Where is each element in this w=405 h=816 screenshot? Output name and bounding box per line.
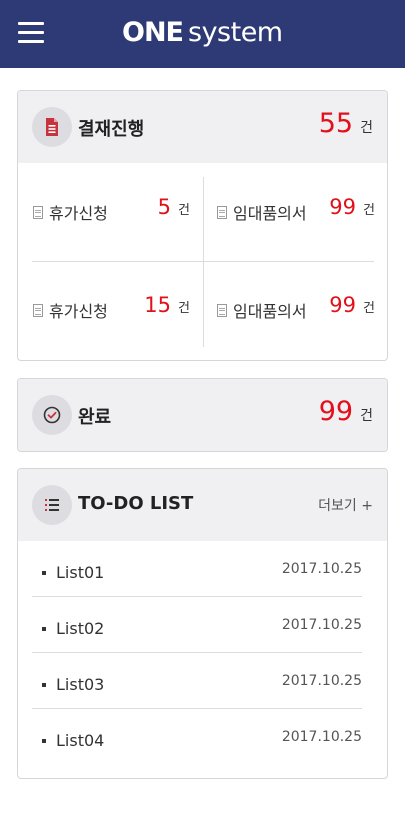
todo-list-item[interactable]: List01 2017.10.25 <box>32 541 362 597</box>
approval-item-count-unit: 건 <box>178 203 190 218</box>
approval-item-label: 휴가신청 <box>49 302 108 321</box>
bullet-icon <box>42 683 46 687</box>
todo-header: TO-DO LIST 더보기 + <box>18 469 387 541</box>
todo-list: List01 2017.10.25 List02 2017.10.25 List… <box>18 541 387 765</box>
approval-header[interactable]: 결재진행 55 건 <box>18 91 387 163</box>
bullet-icon <box>42 739 46 743</box>
app-logo: ONE system <box>122 14 283 52</box>
approval-item-label: 임대품의서 <box>233 302 307 321</box>
done-title: 완료 <box>78 407 112 428</box>
list-icon <box>32 485 72 525</box>
done-card[interactable]: 완료 99 건 <box>17 378 388 452</box>
approval-item-count-unit: 건 <box>178 301 190 316</box>
approval-item-count: 5건 <box>158 195 190 219</box>
bullet-icon <box>42 571 46 575</box>
done-header: 완료 99 건 <box>18 379 387 451</box>
document-icon <box>32 107 72 147</box>
approval-item-count-number: 99 <box>329 195 357 219</box>
document-icon <box>217 206 227 219</box>
approval-count-unit: 건 <box>360 120 373 136</box>
approval-item[interactable]: 임대품의서 99 건 <box>204 163 387 261</box>
document-icon <box>217 304 227 317</box>
approval-grid: 휴가신청 5건 임대품의서 99 건 휴가신청 15 건 임대품의서 99 건 <box>18 163 387 359</box>
todo-list-item[interactable]: List02 2017.10.25 <box>32 597 362 653</box>
approval-item-count-number: 99 <box>329 293 357 317</box>
todo-card: TO-DO LIST 더보기 + List01 2017.10.25 List0… <box>17 468 388 779</box>
logo-light-text: system <box>188 17 283 48</box>
approval-item-label: 휴가신청 <box>49 204 108 223</box>
approval-item-count-number: 5 <box>157 195 172 219</box>
todo-item-name: List04 <box>56 731 105 750</box>
check-circle-icon <box>32 395 72 435</box>
approval-item-count-unit: 건 <box>363 301 375 316</box>
document-icon <box>33 206 43 219</box>
todo-item-date: 2017.10.25 <box>281 561 362 577</box>
document-icon <box>33 304 43 317</box>
approval-count-number: 55 <box>318 108 354 139</box>
todo-list-item[interactable]: List04 2017.10.25 <box>32 709 362 765</box>
done-count: 99 건 <box>319 396 373 427</box>
done-count-unit: 건 <box>360 408 373 424</box>
todo-title: TO-DO LIST <box>78 493 194 514</box>
approval-item[interactable]: 휴가신청 5건 <box>18 163 203 261</box>
approval-item-count: 15 건 <box>144 293 190 317</box>
approval-item-count: 99 건 <box>329 195 375 219</box>
todo-list-item[interactable]: List03 2017.10.25 <box>32 653 362 709</box>
bullet-icon <box>42 627 46 631</box>
more-button[interactable]: 더보기 + <box>318 495 373 515</box>
hamburger-menu-icon[interactable] <box>18 22 44 44</box>
approval-item[interactable]: 임대품의서 99 건 <box>204 261 387 359</box>
todo-item-date: 2017.10.25 <box>281 729 362 745</box>
todo-item-name: List02 <box>56 619 105 638</box>
approval-item-count-unit: 건 <box>363 203 375 218</box>
approval-title: 결재진행 <box>78 119 145 140</box>
approval-count: 55 건 <box>319 108 373 139</box>
logo-bold-text: ONE <box>122 17 184 48</box>
todo-item-name: List03 <box>56 675 105 694</box>
approval-item-count: 99 건 <box>329 293 375 317</box>
app-header: ONE system <box>0 0 405 68</box>
todo-item-date: 2017.10.25 <box>281 673 362 689</box>
todo-item-date: 2017.10.25 <box>281 617 362 633</box>
approval-item-label: 임대품의서 <box>233 204 307 223</box>
approval-item-count-number: 15 <box>144 293 172 317</box>
done-count-number: 99 <box>318 396 354 427</box>
todo-item-name: List01 <box>56 563 105 582</box>
approval-item[interactable]: 휴가신청 15 건 <box>18 261 203 359</box>
approval-card: 결재진행 55 건 휴가신청 5건 임대품의서 99 건 휴가신청 15 건 임대품의… <box>17 90 388 361</box>
